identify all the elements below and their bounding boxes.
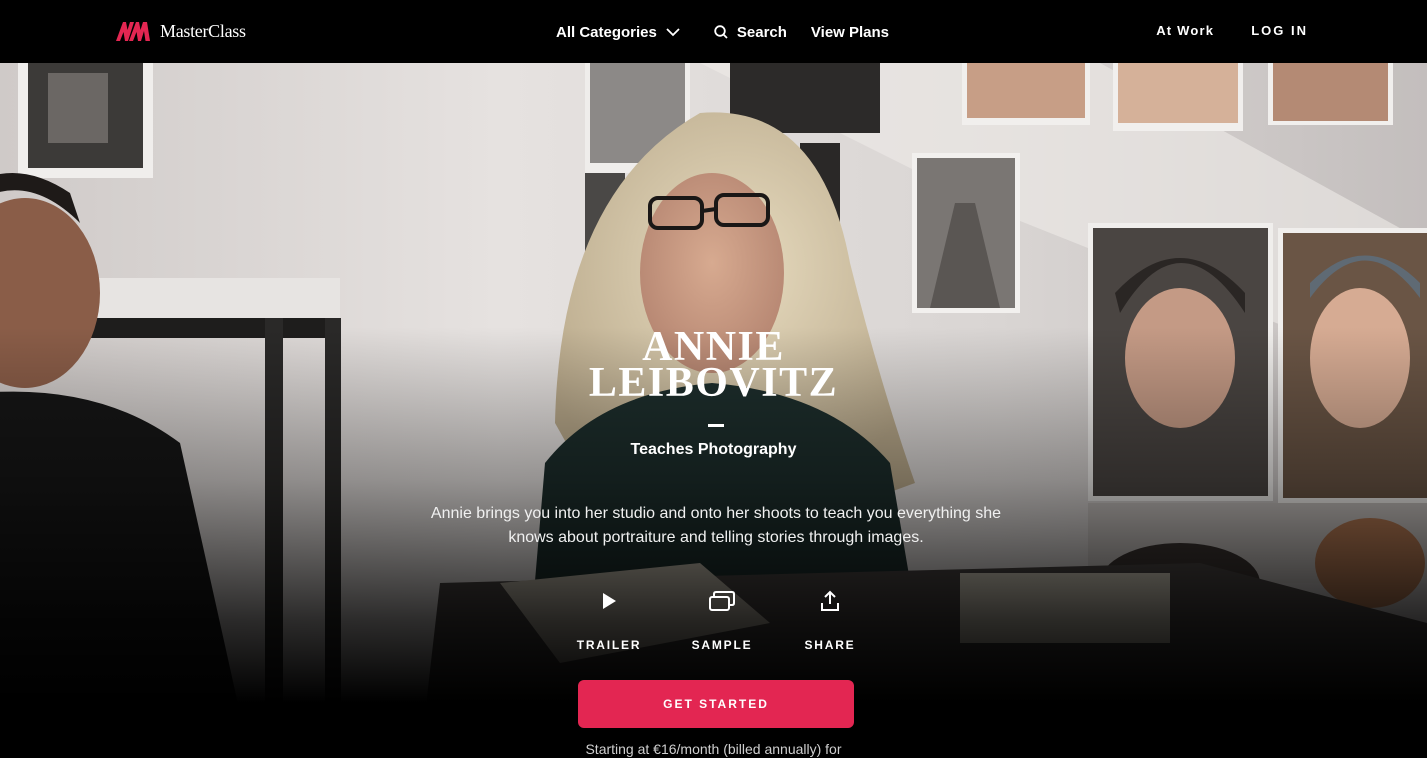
instructor-name: ANNIE LEIBOVITZ [0, 326, 1427, 406]
share-icon [821, 590, 839, 611]
course-description: Annie brings you into her studio and ont… [430, 505, 1002, 546]
nav-center-group: All Categories Search View Plans [556, 21, 889, 43]
title-divider [708, 424, 724, 427]
course-subject: Teaches Photography [630, 441, 797, 458]
hero-actions: TRAILER SAMPLE SHARE [0, 588, 1427, 658]
share-button[interactable]: SHARE [780, 588, 880, 652]
sample-label: SAMPLE [691, 638, 753, 652]
at-work-link[interactable]: At Work [1156, 23, 1214, 38]
search-label: Search [736, 23, 787, 41]
sample-button[interactable]: SAMPLE [672, 588, 772, 652]
pricing-text: Starting at €16/month (billed annually) … [585, 741, 842, 757]
logo-wordmark: MasterClass [160, 21, 246, 41]
masterclass-logo-mark [116, 22, 150, 41]
all-categories-dropdown[interactable]: All Categories [556, 24, 680, 41]
trailer-label: TRAILER [576, 638, 642, 652]
search-icon [714, 25, 728, 39]
instructor-last-name: LEIBOVITZ [588, 360, 839, 406]
sample-icon [709, 591, 735, 611]
share-label: SHARE [804, 638, 856, 652]
top-nav: MasterClass All Categories Search View P… [0, 0, 1427, 63]
trailer-button[interactable]: TRAILER [559, 588, 659, 652]
chevron-down-icon [666, 27, 680, 36]
app-root: MasterClass All Categories Search View P… [0, 0, 1427, 758]
play-icon [603, 593, 616, 609]
view-plans-link[interactable]: View Plans [811, 24, 889, 41]
log-in-link[interactable]: LOG IN [1251, 23, 1308, 38]
get-started-button[interactable]: GET STARTED [578, 680, 854, 728]
masterclass-logo[interactable]: MasterClass [116, 19, 246, 43]
all-categories-label: All Categories [556, 23, 657, 41]
nav-right-group: At Work LOG IN [1156, 23, 1308, 38]
search-button[interactable]: Search [714, 24, 787, 41]
